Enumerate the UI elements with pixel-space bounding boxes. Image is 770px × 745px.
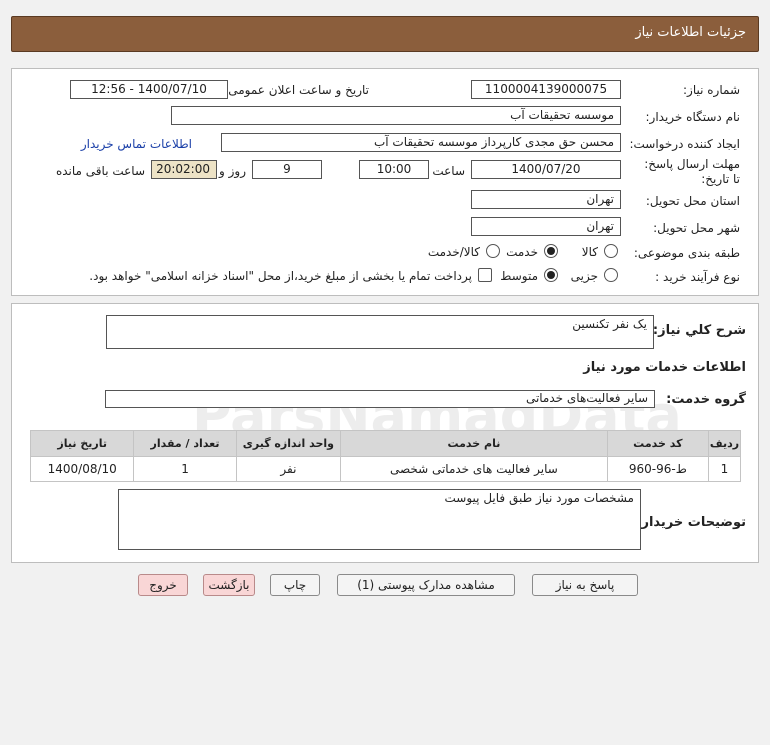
province-field: تهران bbox=[471, 190, 621, 209]
buyer-notes-field: مشخصات مورد نیاز طبق فایل پیوست bbox=[118, 489, 641, 550]
col-header-unit: واحد اندازه گیری bbox=[235, 430, 342, 457]
need-number-label: شماره نیاز: bbox=[683, 83, 740, 97]
purchase-option-minor: جزیی bbox=[570, 269, 598, 283]
reply-button[interactable]: پاسخ به نیاز bbox=[532, 574, 638, 596]
category-radio-service[interactable] bbox=[544, 244, 558, 258]
announce-field: 1400/07/10 - 12:56 bbox=[70, 80, 228, 99]
buyer-org-field: موسسه تحقیقات آب bbox=[171, 106, 621, 125]
view-attachments-button[interactable]: مشاهده مدارک پیوستی (1) bbox=[337, 574, 515, 596]
treasury-payment-checkbox[interactable] bbox=[478, 268, 492, 282]
table-header-row: ردیف کد خدمت نام خدمت واحد اندازه گیری ت… bbox=[29, 430, 742, 457]
buyer-org-label: نام دستگاه خریدار: bbox=[645, 110, 741, 124]
remaining-label: ساعت باقی مانده bbox=[55, 164, 145, 178]
cell-service-code: ط-96-960 bbox=[606, 456, 709, 482]
province-label: استان محل تحویل: bbox=[645, 194, 740, 208]
category-option-service: خدمت bbox=[506, 245, 538, 259]
creator-label: ایجاد کننده درخواست: bbox=[629, 137, 740, 151]
col-header-row-number: ردیف bbox=[707, 430, 742, 457]
col-header-need-date: تاریخ نیاز bbox=[29, 430, 135, 457]
general-desc-field: یک نفر تکنسین bbox=[106, 315, 654, 349]
category-label: طبقه بندی موضوعی: bbox=[633, 246, 740, 260]
cell-unit: نفر bbox=[235, 456, 342, 482]
services-info-title: اطلاعات خدمات مورد نیاز bbox=[583, 360, 746, 375]
print-button[interactable]: چاپ bbox=[270, 574, 320, 596]
service-group-label: گروه خدمت: bbox=[666, 392, 746, 407]
col-header-service-name: نام خدمت bbox=[340, 430, 608, 457]
general-desc-label: شرح کلي نياز: bbox=[652, 323, 746, 338]
page-title: جزئیات اطلاعات نیاز bbox=[635, 25, 746, 40]
city-field: تهران bbox=[471, 217, 621, 236]
exit-button[interactable]: خروج bbox=[138, 574, 188, 596]
cell-quantity: 1 bbox=[133, 456, 237, 482]
page-header: جزئیات اطلاعات نیاز bbox=[11, 16, 759, 52]
category-option-goods: کالا bbox=[581, 245, 598, 259]
deadline-date-field: 1400/07/20 bbox=[471, 160, 621, 179]
back-button[interactable]: بازگشت bbox=[203, 574, 255, 596]
purchase-radio-minor[interactable] bbox=[604, 268, 618, 282]
col-header-quantity: تعداد / مقدار bbox=[133, 430, 237, 457]
deadline-time-field: 10:00 bbox=[359, 160, 429, 179]
category-option-goods-service: کالا/خدمت bbox=[427, 245, 480, 259]
cell-row-number: 1 bbox=[707, 456, 742, 482]
payment-note: پرداخت تمام یا بخشی از مبلغ خرید،از محل … bbox=[89, 269, 472, 283]
buyer-notes-label: توضیحات خریدار: bbox=[636, 515, 746, 530]
purchase-type-label: نوع فرآیند خرید : bbox=[655, 270, 740, 284]
cell-need-date: 1400/08/10 bbox=[29, 456, 135, 482]
col-header-service-code: کد خدمت bbox=[606, 430, 709, 457]
purchase-radio-medium[interactable] bbox=[544, 268, 558, 282]
city-label: شهر محل تحویل: bbox=[653, 221, 740, 235]
purchase-option-medium: متوسط bbox=[500, 269, 538, 283]
days-field: 9 bbox=[252, 160, 322, 179]
need-info-panel: شماره نیاز: 1100004139000075 تاریخ و ساع… bbox=[11, 68, 759, 296]
category-radio-goods[interactable] bbox=[604, 244, 618, 258]
need-number-field: 1100004139000075 bbox=[471, 80, 621, 99]
need-details-panel: ParsNamadData شرح کلي نياز: یک نفر تکنسی… bbox=[11, 303, 759, 563]
creator-field: محسن حق مجدی کارپرداز موسسه تحقیقات آب bbox=[221, 133, 621, 152]
category-radio-goods-service[interactable] bbox=[486, 244, 500, 258]
buyer-contact-link[interactable]: اطلاعات تماس خریدار bbox=[81, 137, 192, 151]
service-group-field: سایر فعالیت‌های خدماتی bbox=[105, 390, 655, 408]
deadline-time-label: ساعت bbox=[432, 164, 465, 178]
remaining-time-field: 20:02:00 bbox=[151, 160, 217, 179]
deadline-label: مهلت ارسال پاسخ: تا تاریخ: bbox=[644, 157, 740, 186]
cell-service-name: سایر فعالیت های خدماتی شخصی bbox=[340, 456, 608, 482]
services-table: ردیف کد خدمت نام خدمت واحد اندازه گیری ت… bbox=[29, 430, 742, 482]
announce-label: تاریخ و ساعت اعلان عمومی: bbox=[224, 83, 369, 97]
table-row: 1 ط-96-960 سایر فعالیت های خدماتی شخصی ن… bbox=[29, 456, 742, 482]
days-label: روز و bbox=[219, 164, 246, 178]
